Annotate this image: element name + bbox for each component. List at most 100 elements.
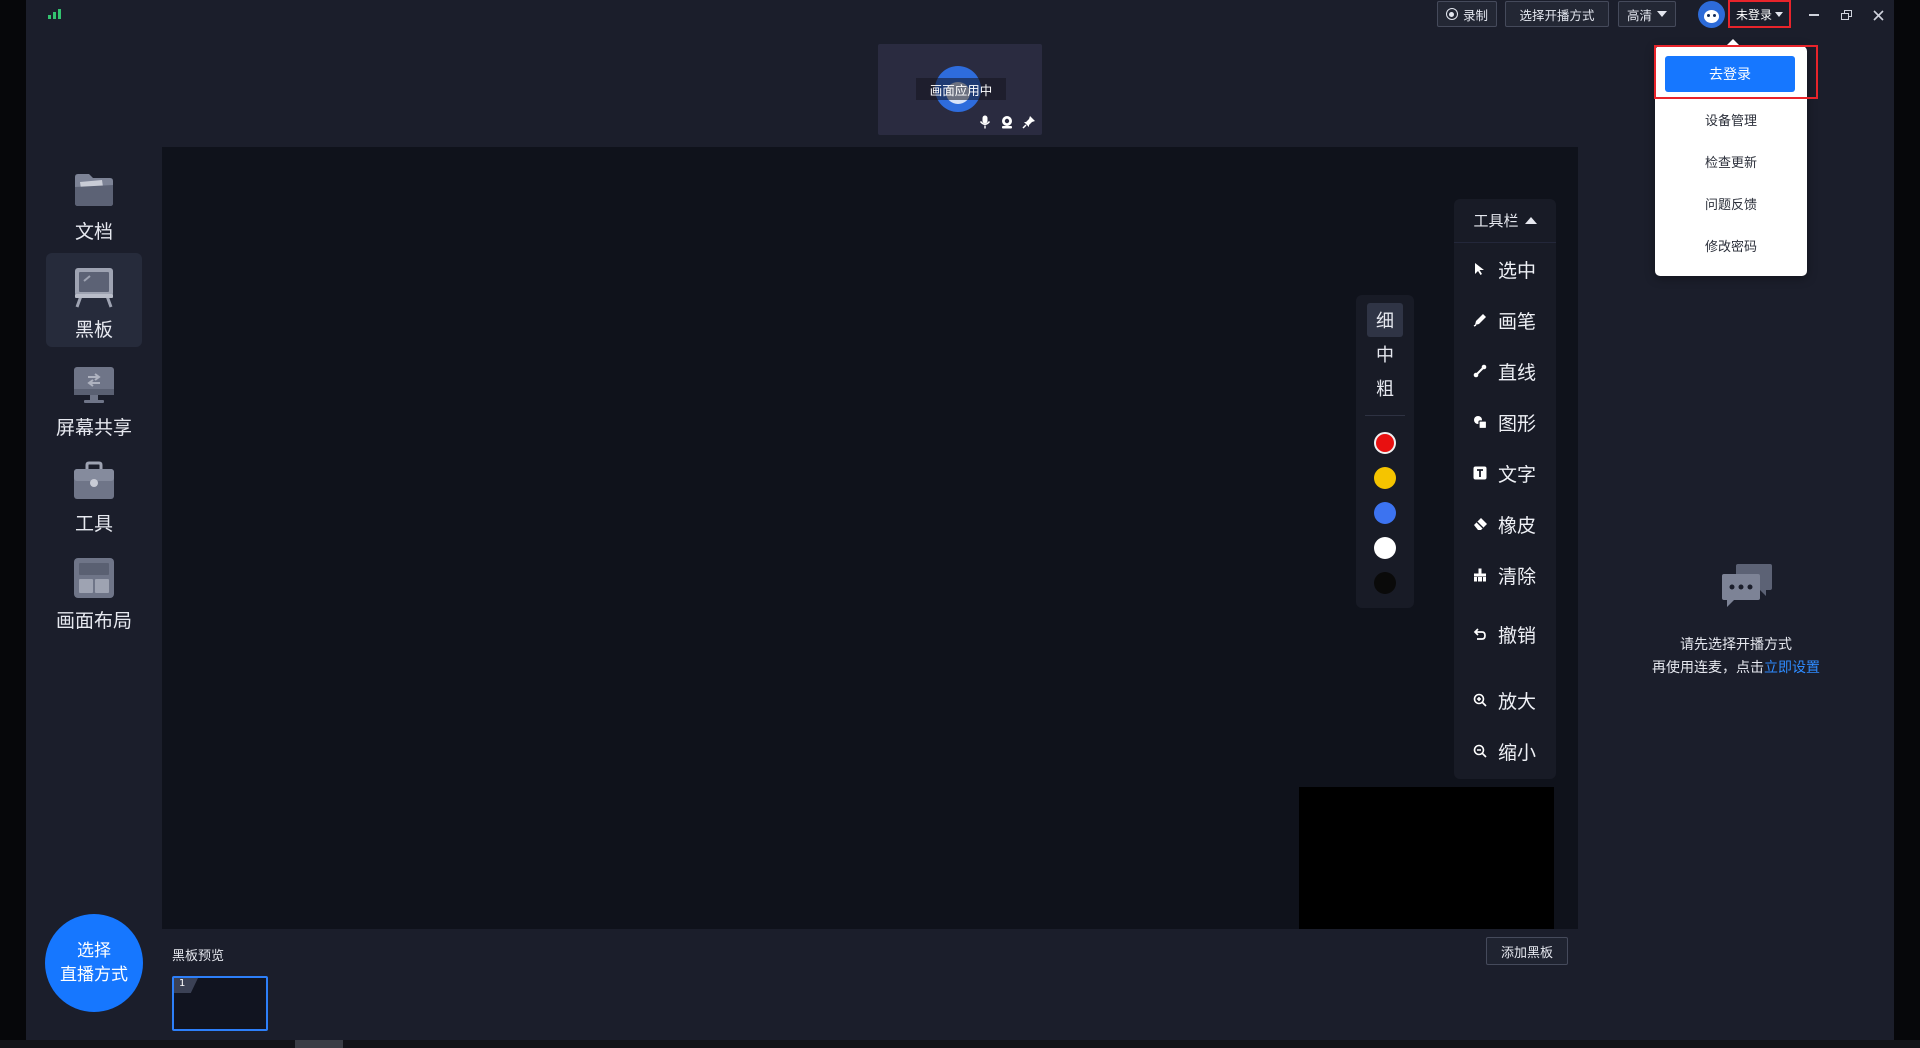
width-thin-option[interactable]: 细 xyxy=(1367,303,1403,337)
restore-icon xyxy=(1840,10,1852,20)
chevron-down-icon xyxy=(1657,11,1667,17)
title-bar: 录制 选择开播方式 高清 未登录 xyxy=(26,0,1894,30)
app-window: 录制 选择开播方式 高清 未登录 画面应用中 文档 黑板 屏幕共享 工具 画面布… xyxy=(26,0,1894,1040)
cta-line1: 选择 xyxy=(77,941,111,961)
login-status-label: 未登录 xyxy=(1735,7,1772,22)
caret-down-icon xyxy=(1775,11,1783,17)
tool-pen[interactable]: 画笔 xyxy=(1454,300,1556,340)
pin-icon[interactable] xyxy=(1022,115,1036,129)
menu-item-change-password[interactable]: 修改密码 xyxy=(1655,230,1807,260)
add-board-label: 添加黑板 xyxy=(1500,945,1553,961)
setup-now-link[interactable]: 立即设置 xyxy=(1764,660,1820,676)
add-board-button[interactable]: 添加黑板 xyxy=(1486,937,1568,965)
width-medium-option[interactable]: 中 xyxy=(1367,337,1403,371)
menu-item-check-update[interactable]: 检查更新 xyxy=(1655,146,1807,176)
tool-label: 文字 xyxy=(1498,463,1537,486)
quality-select[interactable]: 高清 xyxy=(1618,1,1676,27)
board-page-number: 1 xyxy=(174,978,198,993)
login-status-menu[interactable]: 未登录 xyxy=(1728,0,1791,28)
tool-label: 放大 xyxy=(1498,690,1537,713)
microphone-icon[interactable] xyxy=(978,115,992,129)
nav-item-label: 文档 xyxy=(74,221,113,243)
record-button[interactable]: 录制 xyxy=(1437,1,1497,27)
nav-item-label: 黑板 xyxy=(74,319,113,341)
pen-options-panel: 细 中 粗 xyxy=(1356,295,1414,608)
select-broadcast-mode-button[interactable]: 选择 直播方式 xyxy=(45,914,143,1012)
board-thumbnail[interactable]: 1 xyxy=(172,976,268,1031)
tool-label: 直线 xyxy=(1498,361,1537,384)
chevron-up-icon xyxy=(1524,217,1537,224)
undo-icon xyxy=(1472,626,1488,642)
broadcast-mode-button[interactable]: 选择开播方式 xyxy=(1505,1,1609,27)
tool-select[interactable]: 选中 xyxy=(1454,249,1556,289)
desktop-taskbar xyxy=(0,1040,1920,1048)
login-highlight-box xyxy=(1654,45,1818,99)
shape-icon xyxy=(1472,414,1488,430)
color-swatch-red[interactable] xyxy=(1374,432,1396,454)
tool-shape[interactable]: 图形 xyxy=(1454,402,1556,442)
board-preview-bar: 黑板预览 添加黑板 1 xyxy=(162,929,1578,1040)
chat-bubble-icon xyxy=(1720,562,1774,612)
camera-icon[interactable] xyxy=(1000,115,1014,129)
tool-clear[interactable]: 清除 xyxy=(1454,555,1556,595)
nav-item-documents[interactable]: 文档 xyxy=(46,155,142,249)
tool-label: 缩小 xyxy=(1498,741,1537,764)
blackboard-canvas[interactable]: 细 中 粗 工具栏 选中 画笔 直线 图形 文字 橡皮 清除 撤销 放大 缩小 xyxy=(162,147,1578,929)
nav-item-label: 画面布局 xyxy=(55,610,132,632)
clear-icon xyxy=(1472,567,1488,583)
menu-item-device-management[interactable]: 设备管理 xyxy=(1655,104,1807,134)
tool-label: 选中 xyxy=(1498,259,1537,282)
monitor-icon xyxy=(72,363,116,407)
line-icon xyxy=(1472,363,1488,379)
nav-item-blackboard[interactable]: 黑板 xyxy=(46,253,142,347)
local-video-preview xyxy=(1299,787,1554,929)
color-swatch-yellow[interactable] xyxy=(1374,467,1396,489)
board-preview-label: 黑板预览 xyxy=(172,949,225,964)
tool-label: 图形 xyxy=(1498,412,1537,435)
video-tile[interactable]: 画面应用中 xyxy=(878,44,1042,135)
menu-item-feedback[interactable]: 问题反馈 xyxy=(1655,188,1807,218)
zoom-out-icon xyxy=(1472,743,1488,759)
nav-item-layout[interactable]: 画面布局 xyxy=(46,544,142,638)
nav-item-tools[interactable]: 工具 xyxy=(46,447,142,541)
co-host-hint-text: 再使用连麦，点击 xyxy=(1652,660,1764,676)
tool-label: 撤销 xyxy=(1498,624,1537,647)
zoom-in-icon xyxy=(1472,692,1488,708)
maximize-button[interactable] xyxy=(1834,3,1858,27)
eraser-icon xyxy=(1472,516,1488,532)
nav-item-label: 工具 xyxy=(74,513,113,535)
close-icon xyxy=(1872,9,1884,21)
toolbar-toggle[interactable]: 工具栏 xyxy=(1454,199,1556,243)
tool-eraser[interactable]: 橡皮 xyxy=(1454,504,1556,544)
folder-icon xyxy=(72,167,116,211)
video-tile-controls xyxy=(978,115,1036,129)
tool-line[interactable]: 直线 xyxy=(1454,351,1556,391)
tool-label: 清除 xyxy=(1498,565,1537,588)
close-button[interactable] xyxy=(1866,3,1890,27)
cta-line2: 直播方式 xyxy=(60,965,128,985)
minimize-button[interactable] xyxy=(1802,3,1826,27)
blackboard-icon xyxy=(72,265,116,309)
left-nav: 文档 黑板 屏幕共享 工具 画面布局 选择 直播方式 xyxy=(26,147,162,1040)
color-swatch-blue[interactable] xyxy=(1374,502,1396,524)
broadcast-mode-label: 选择开播方式 xyxy=(1519,7,1595,23)
record-icon xyxy=(1445,8,1458,20)
co-host-panel: 请先选择开播方式 再使用连麦，点击立即设置 xyxy=(1578,147,1894,1040)
avatar[interactable] xyxy=(1698,1,1725,28)
color-swatch-white[interactable] xyxy=(1374,537,1396,559)
drawing-toolbar: 工具栏 选中 画笔 直线 图形 文字 橡皮 清除 撤销 放大 缩小 xyxy=(1454,199,1556,779)
layout-icon xyxy=(72,556,116,600)
minimize-icon xyxy=(1809,14,1819,16)
tool-text[interactable]: 文字 xyxy=(1454,453,1556,493)
nav-item-label: 屏幕共享 xyxy=(55,417,132,439)
tool-undo[interactable]: 撤销 xyxy=(1454,614,1556,654)
width-thick-option[interactable]: 粗 xyxy=(1367,371,1403,405)
nav-item-screen-share[interactable]: 屏幕共享 xyxy=(46,351,142,445)
tool-zoom-in[interactable]: 放大 xyxy=(1454,680,1556,720)
co-host-hint-line1: 请先选择开播方式 xyxy=(1680,637,1792,653)
toolbar-title: 工具栏 xyxy=(1473,212,1519,230)
co-host-hint-line2: 再使用连麦，点击立即设置 xyxy=(1578,657,1894,677)
tool-zoom-out[interactable]: 缩小 xyxy=(1454,731,1556,771)
color-swatch-black[interactable] xyxy=(1374,572,1396,594)
tool-label: 画笔 xyxy=(1498,310,1537,333)
